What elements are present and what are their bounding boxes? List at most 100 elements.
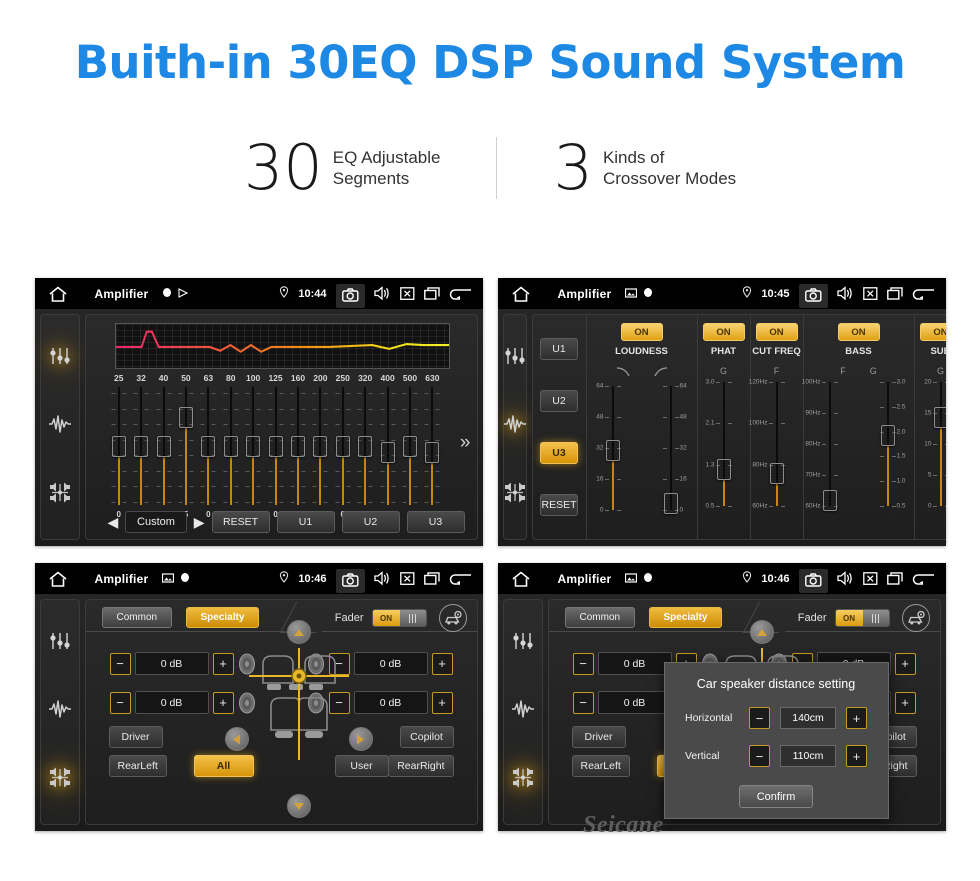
increase-front-right-gain-button[interactable]: + [894,652,916,675]
preset-name[interactable]: Custom [125,511,187,533]
volume-button[interactable] [836,571,854,586]
eq-band[interactable] [309,387,331,507]
sidebar-item-waveform[interactable] [503,414,526,439]
eq-slider-bank[interactable] [108,387,444,507]
xo-on-toggle[interactable]: ON [755,323,798,341]
eq-band[interactable] [197,387,219,507]
xo-slider-knob[interactable] [605,440,620,462]
increase-rear-left-gain-button[interactable]: + [212,691,234,714]
eq-band[interactable] [264,387,286,507]
xo-slider[interactable]: 64 48 32 16 0 [587,383,639,514]
confirm-button[interactable]: Confirm [739,785,813,808]
increase-distance-button[interactable]: + [846,707,867,729]
home-button[interactable] [508,570,534,588]
xo-on-toggle[interactable]: ON [702,323,745,341]
close-button[interactable] [862,572,878,585]
close-button[interactable] [399,287,415,300]
position-user-button[interactable]: User [334,755,389,777]
xo-slider-knob[interactable] [822,489,837,511]
increase-front-left-gain-button[interactable]: + [212,652,234,675]
eq-band[interactable] [376,387,398,507]
xo-slider-knob[interactable] [933,406,946,428]
recent-apps-button[interactable] [886,572,903,585]
camera-button[interactable] [335,568,365,593]
eq-slider-knob[interactable] [425,441,440,463]
eq-slider-knob[interactable] [134,436,149,457]
eq-band[interactable] [242,387,264,507]
sidebar-item-speaker-balance[interactable] [504,482,526,508]
sidebar-item-waveform[interactable] [48,699,71,724]
eq-band[interactable] [130,387,152,507]
decrease-distance-button[interactable]: − [749,707,770,729]
xo-slider-knob[interactable] [880,425,895,447]
eq-slider-knob[interactable] [380,441,395,463]
next-preset-button[interactable]: ▶ [194,514,205,531]
xo-on-toggle[interactable]: ON [837,323,880,341]
eq-band[interactable] [399,387,421,507]
sidebar-item-equalizer-sliders[interactable] [49,631,71,656]
sidebar-item-waveform[interactable] [48,414,71,439]
recent-apps-button[interactable] [423,287,440,300]
position-driver-button[interactable]: Driver [108,726,163,748]
sidebar-item-speaker-balance[interactable] [49,767,71,793]
nav-left-button[interactable] [224,727,249,751]
xo-slider[interactable]: 100Hz 90Hz 80Hz 70Hz 60Hz [802,379,856,511]
home-button[interactable] [45,285,71,303]
back-button[interactable] [449,287,473,301]
sidebar-item-equalizer-sliders[interactable] [504,346,526,371]
eq-band[interactable] [354,387,376,507]
position-all-button[interactable]: All [193,755,254,777]
speaker-distance-dialog[interactable]: Car speaker distance setting Horizontal −1… [663,662,889,819]
recent-apps-button[interactable] [423,572,440,585]
xo-slider-knob[interactable] [716,458,731,480]
tab-common[interactable]: Common [101,607,173,628]
car-settings-button[interactable] [438,604,467,632]
decrease-front-left-gain-button[interactable]: − [109,652,131,675]
xo-on-toggle[interactable]: ON [620,323,663,341]
device-screen-fader-modal[interactable]: Amplifier 10:46 Common Specialty Fader ON −0 d… [497,563,946,831]
home-button[interactable] [45,570,71,588]
reset-button[interactable]: RESET [211,511,270,533]
eq-band[interactable] [152,387,174,507]
tab-specialty[interactable]: Specialty [648,607,723,628]
xo-slider[interactable]: 3.0 2.5 2.0 1.5 1.0 0.5 [862,379,914,510]
fader-toggle[interactable]: ON [834,609,890,627]
xo-slider[interactable]: 120Hz 100Hz 80Hz 60Hz [749,379,803,510]
volume-button[interactable] [373,286,391,301]
user-preset-u1-button[interactable]: U1 [276,511,335,533]
volume-button[interactable] [373,571,391,586]
nav-up-button[interactable] [286,620,311,644]
xo-slider[interactable]: 64 48 32 16 0 [645,383,697,514]
device-screen-eq[interactable]: Amplifier 10:44 25 32 40 50 63 80 100 125 160 200 25… [34,278,483,546]
nav-down-button[interactable] [286,794,311,818]
user-preset-u2-button[interactable]: U2 [540,390,578,412]
eq-slider-knob[interactable] [290,436,305,457]
volume-button[interactable] [836,286,854,301]
back-button[interactable] [912,572,936,586]
eq-slider-knob[interactable] [402,436,417,457]
camera-button[interactable] [798,568,828,593]
sidebar-item-speaker-balance[interactable] [49,482,71,508]
increase-front-right-gain-button[interactable]: + [431,652,453,675]
xo-slider-knob[interactable] [663,492,678,514]
position-rearleft-button[interactable]: RearLeft [571,755,630,777]
back-button[interactable] [912,287,936,301]
eq-slider-knob[interactable] [313,436,328,457]
chevron-right-icon[interactable]: » [460,433,471,452]
sidebar-item-equalizer-sliders[interactable] [49,346,71,371]
decrease-rear-left-gain-button[interactable]: − [572,691,594,714]
nav-up-button[interactable] [749,620,774,644]
decrease-rear-left-gain-button[interactable]: − [109,691,131,714]
sidebar-item-speaker-balance[interactable] [512,767,534,793]
eq-slider-knob[interactable] [156,436,171,457]
back-button[interactable] [449,572,473,586]
camera-button[interactable] [798,283,828,308]
home-button[interactable] [508,285,534,303]
position-rearleft-button[interactable]: RearLeft [108,755,167,777]
eq-band[interactable] [332,387,354,507]
eq-band[interactable] [287,387,309,507]
nav-right-button[interactable] [348,727,373,751]
increase-rear-right-gain-button[interactable]: + [894,691,916,714]
xo-slider[interactable]: 20 15 10 5 0 [915,379,946,510]
eq-slider-knob[interactable] [335,436,350,457]
